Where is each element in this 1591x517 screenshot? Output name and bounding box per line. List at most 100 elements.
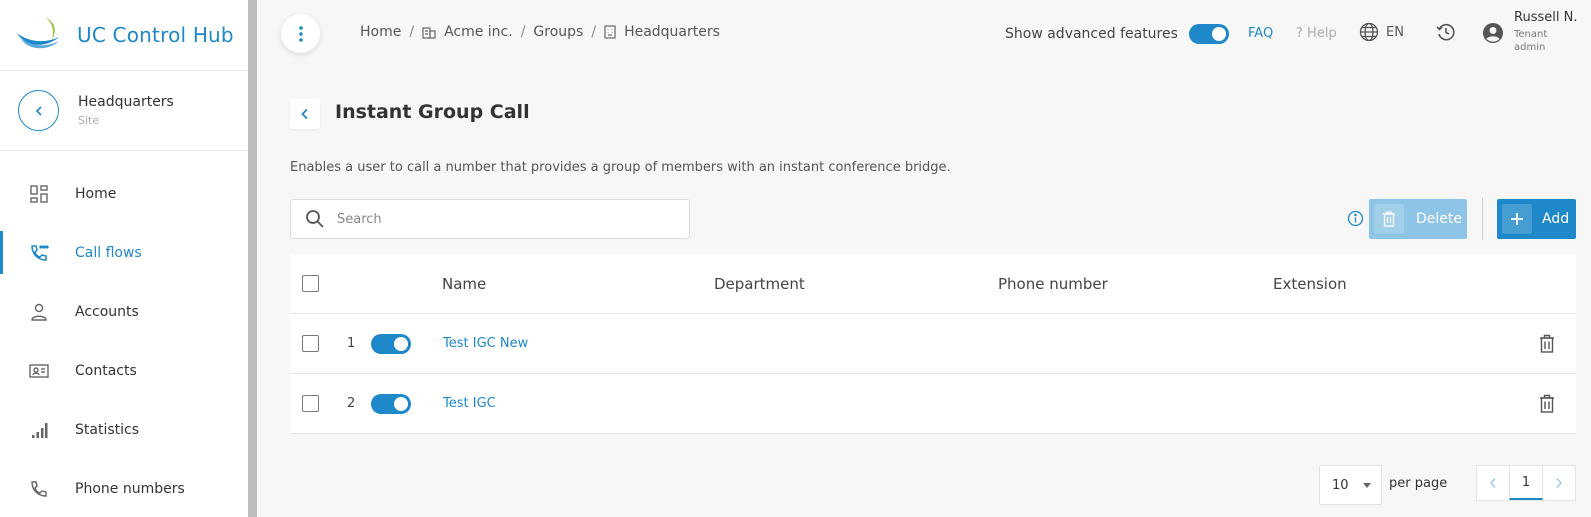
breadcrumb-home[interactable]: Home <box>360 24 401 40</box>
column-header-phone-number[interactable]: Phone number <box>998 275 1108 293</box>
prev-page-button[interactable] <box>1477 466 1509 500</box>
row-index: 1 <box>347 336 356 351</box>
call-flows-icon <box>28 242 50 264</box>
breadcrumb-tenant-label: Acme inc. <box>444 24 513 40</box>
search-input[interactable] <box>337 211 657 227</box>
chevron-left-icon <box>35 105 42 116</box>
row-name-link[interactable]: Test IGC New <box>443 336 528 351</box>
pagination: 1 <box>1476 465 1576 501</box>
user-name: Russell N. <box>1514 10 1578 25</box>
page-title: Instant Group Call <box>335 101 530 123</box>
sidebar-nav: Home Call flows Accounts Contacts Statis… <box>0 164 248 517</box>
bar-chart-icon <box>28 419 50 441</box>
history-icon <box>1436 23 1455 41</box>
dashboard-icon <box>28 183 50 205</box>
chevron-right-icon <box>1556 478 1562 488</box>
select-all-checkbox[interactable] <box>302 275 319 292</box>
brand-header: UC Control Hub <box>0 0 248 71</box>
table-row: 2 Test IGC <box>290 374 1576 434</box>
user-role: Tenant admin <box>1514 29 1548 53</box>
column-header-name[interactable]: Name <box>442 275 486 293</box>
sidebar-item-home[interactable]: Home <box>0 164 248 223</box>
account-circle-icon <box>1483 23 1503 43</box>
sidebar-divider <box>248 0 257 517</box>
globe-icon <box>1359 22 1379 42</box>
history-button[interactable] <box>1436 22 1456 46</box>
faq-link[interactable]: FAQ <box>1248 26 1273 41</box>
office-building-icon <box>604 25 616 39</box>
page-button-current[interactable]: 1 <box>1509 466 1543 500</box>
sidebar-item-call-flows[interactable]: Call flows <box>0 223 248 282</box>
next-page-button[interactable] <box>1543 466 1575 500</box>
sidebar-item-statistics[interactable]: Statistics <box>0 400 248 459</box>
add-button-label: Add <box>1542 211 1570 227</box>
breadcrumb-site[interactable]: Headquarters <box>604 24 720 40</box>
breadcrumb-site-label: Headquarters <box>624 24 720 40</box>
row-index: 2 <box>347 396 356 411</box>
language-selector[interactable]: EN <box>1359 22 1404 42</box>
info-icon[interactable] <box>1347 210 1364 227</box>
sidebar-item-label: Contacts <box>75 362 137 379</box>
sidebar: UC Control Hub Headquarters Site Home Ca… <box>0 0 248 517</box>
advanced-features-label: Show advanced features <box>1005 26 1178 42</box>
more-menu-button[interactable] <box>281 14 320 53</box>
column-header-extension[interactable]: Extension <box>1273 275 1347 293</box>
toolbar-divider <box>1482 198 1483 240</box>
sidebar-item-label: Phone numbers <box>75 480 185 497</box>
site-switcher: Headquarters Site <box>0 71 248 151</box>
user-menu[interactable]: Russell N. Tenant admin <box>1482 10 1577 54</box>
breadcrumb: Home / Acme inc. / Groups / Headquarters <box>360 24 720 40</box>
search-icon <box>306 210 324 228</box>
advanced-features-control: Show advanced features <box>1005 24 1229 44</box>
sidebar-item-label: Home <box>75 185 117 202</box>
row-name-link[interactable]: Test IGC <box>443 396 496 411</box>
breadcrumb-separator: / <box>409 24 415 40</box>
page-back-button[interactable] <box>290 99 320 129</box>
help-link[interactable]: ? Help <box>1296 26 1337 41</box>
breadcrumb-tenant[interactable]: Acme inc. <box>422 24 513 40</box>
row-enabled-toggle[interactable] <box>371 393 411 414</box>
search-box <box>290 199 690 239</box>
delete-button-label: Delete <box>1416 211 1462 227</box>
plus-icon <box>1502 204 1532 234</box>
trash-icon <box>1374 204 1404 234</box>
breadcrumb-separator: / <box>520 24 526 40</box>
column-header-department[interactable]: Department <box>714 275 805 293</box>
per-page-value: 10 <box>1332 477 1349 493</box>
sidebar-item-phone-numbers[interactable]: Phone numbers <box>0 459 248 517</box>
sidebar-item-label: Statistics <box>75 421 139 438</box>
help-label: Help <box>1307 26 1337 41</box>
per-page-label: per page <box>1389 476 1448 491</box>
trash-icon[interactable] <box>1539 394 1555 413</box>
table-header: Name Department Phone number Extension <box>290 254 1576 314</box>
data-table: Name Department Phone number Extension 1… <box>290 254 1576 434</box>
sidebar-item-contacts[interactable]: Contacts <box>0 341 248 400</box>
sidebar-item-label: Accounts <box>75 303 139 320</box>
breadcrumb-separator: / <box>591 24 597 40</box>
caret-down-icon <box>1363 483 1371 488</box>
per-page-select[interactable]: 10 <box>1319 465 1382 505</box>
sidebar-item-accounts[interactable]: Accounts <box>0 282 248 341</box>
page-description: Enables a user to call a number that pro… <box>290 160 951 175</box>
sidebar-item-label: Call flows <box>75 244 142 261</box>
phone-icon <box>28 478 50 500</box>
building-icon <box>422 27 436 39</box>
brand-logo-icon <box>17 17 59 49</box>
trash-icon[interactable] <box>1539 334 1555 353</box>
language-label: EN <box>1386 24 1404 40</box>
kebab-menu-icon <box>298 25 303 42</box>
add-button[interactable]: Add <box>1497 199 1576 239</box>
site-type: Site <box>78 114 100 127</box>
person-icon <box>28 301 50 323</box>
site-back-button[interactable] <box>18 90 59 131</box>
row-checkbox[interactable] <box>302 395 319 412</box>
brand-title: UC Control Hub <box>77 23 234 47</box>
contact-card-icon <box>28 360 50 382</box>
chevron-left-icon <box>1490 478 1496 488</box>
delete-button[interactable]: Delete <box>1369 199 1467 239</box>
advanced-features-toggle[interactable] <box>1188 24 1229 44</box>
row-enabled-toggle[interactable] <box>371 333 411 354</box>
row-checkbox[interactable] <box>302 335 319 352</box>
breadcrumb-groups[interactable]: Groups <box>533 24 583 40</box>
chevron-left-icon <box>301 108 308 120</box>
